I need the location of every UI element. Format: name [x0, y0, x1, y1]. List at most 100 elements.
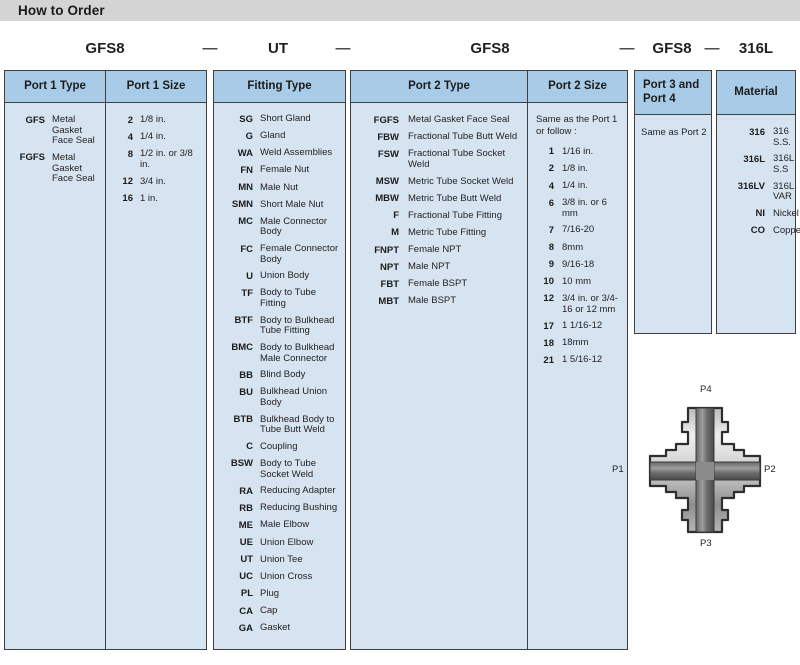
port2-type-item: MBT Male BSPT [363, 296, 522, 307]
port2-type-code: MBT [378, 295, 399, 307]
fitting-type-item: WA Weld Assemblies [219, 148, 341, 159]
port3-and-4-note: Same as Port 2 [641, 127, 707, 138]
material-code: 316L [743, 153, 765, 165]
material-item: CO Copper [719, 225, 800, 237]
fitting-type-code: SG [239, 113, 253, 125]
port2-size-description: 3/4 in. or 3/4-16 or 12 mm [562, 292, 618, 315]
fitting-type-description: Short Male Nut [260, 198, 324, 210]
order-code-segment-port2: GFS8 [470, 40, 510, 57]
port2-size-description: 7/16-20 [562, 224, 595, 236]
fitting-type-description: Reducing Bushing [260, 502, 338, 514]
fitting-type-item: BTB Bulkhead Body to Tube Butt Weld [219, 414, 341, 436]
port2-size-item: 10 10 mm [536, 275, 623, 288]
table-fitting-body-row: SG Short Gland G Gland WA Weld Assemblies FN Fe… [214, 103, 345, 649]
port1-size-item: 12 3/4 in. [113, 175, 202, 188]
fitting-type-description: Female Nut [260, 164, 310, 176]
port1-size-description: 3/4 in. [140, 175, 166, 187]
port2-type-description: Female NPT [408, 244, 462, 255]
table-material: Material 316 316 S.S. 316L 316L S.S 316LV 316… [716, 70, 800, 334]
table-port2: Port 2 Type Port 2 Size FGFS Metal Gasket… [350, 70, 628, 650]
fitting-type-description: Weld Assemblies [260, 147, 333, 159]
material-code: NI [755, 208, 766, 220]
fitting-type-description: Short Gland [260, 113, 311, 124]
port1-size-code: 16 [122, 193, 133, 205]
order-code-segment-material: 316L [738, 40, 774, 57]
header-port3-and-4: Port 3 and Port 4 [635, 71, 711, 114]
diagram-label-p1: P1 [612, 464, 624, 475]
fitting-type-code: BMC [231, 342, 253, 354]
port2-size-description: 1/8 in. [562, 162, 588, 174]
port1-type-item: GFS Metal Gasket Face Seal [11, 114, 101, 147]
title-bar: How to Order [0, 0, 800, 21]
port2-size-code: 9 [548, 259, 554, 271]
port2-size-item: 7 7/16-20 [536, 225, 623, 236]
port1-size-item: 16 1 in. [113, 193, 202, 205]
fitting-type-item: RA Reducing Adapter [219, 485, 341, 497]
column-fitting-type: SG Short Gland G Gland WA Weld Assemblies FN Fe… [214, 103, 345, 649]
port2-type-code: MBW [375, 193, 399, 205]
port1-size-item: 2 1/8 in. [113, 114, 202, 126]
union-cross-fitting-diagram: P4 P1 P2 P3 [612, 384, 796, 549]
fitting-type-description: Gasket [260, 622, 291, 634]
fitting-type-item: SMN Short Male Nut [219, 198, 341, 211]
table-fitting-type: Fitting Type SG Short Gland G Gland WA Weld A… [213, 70, 346, 650]
port2-type-description: Metric Tube Socket Weld [408, 175, 514, 187]
port2-size-item: 17 1 1/16-12 [536, 320, 623, 332]
fitting-type-item: GA Gasket [219, 622, 341, 634]
material-description: 316L VAR [773, 180, 794, 203]
fitting-type-item: UE Union Elbow [219, 537, 341, 549]
port1-size-item: 8 1/2 in. or 3/8 in. [113, 148, 202, 170]
port2-type-description: Metric Tube Butt Weld [408, 192, 502, 204]
material-description: Nickel [773, 207, 799, 219]
port2-type-description: Male BSPT [408, 295, 457, 307]
port2-size-code: 2 [548, 163, 554, 175]
material-code: 316LV [737, 181, 765, 192]
fitting-type-code: WA [237, 147, 253, 159]
port2-type-description: Fractional Tube Fitting [408, 209, 502, 221]
fitting-type-description: Male Elbow [260, 519, 310, 531]
fitting-type-item: MN Male Nut [219, 182, 341, 194]
port1-size-code: 8 [127, 148, 133, 160]
material-item: 316 316 S.S. [719, 126, 791, 148]
port2-size-description: 3/8 in. or 6 mm [562, 197, 607, 219]
table-port1-header-row: Port 1 Type Port 1 Size [5, 71, 206, 103]
port2-size-description: 10 mm [562, 275, 592, 287]
port2-size-item: 9 9/16-18 [536, 259, 623, 271]
fitting-type-code: ME [238, 519, 253, 531]
column-port2-size: Same as the Port 1 or follow : 1 1/16 in.… [527, 103, 627, 649]
port2-size-code: 12 [543, 293, 554, 305]
table-material-header-row: Material [717, 71, 795, 115]
fitting-type-description: Bulkhead Union Body [260, 386, 328, 408]
port2-type-item: FBT Female BSPT [363, 279, 522, 290]
fitting-type-code: FC [240, 243, 253, 255]
port2-size-code: 8 [548, 242, 554, 253]
diagram-label-p2: P2 [764, 464, 776, 475]
port1-size-description: 1/2 in. or 3/8 in. [140, 148, 193, 170]
column-port2-type: FGFS Metal Gasket Face Seal FBW Fractional … [351, 103, 527, 649]
table-port2-header-row: Port 2 Type Port 2 Size [351, 71, 627, 103]
fitting-type-item: BMC Body to Bulkhead Male Connector [219, 342, 341, 364]
port1-size-code: 12 [122, 176, 133, 187]
port2-size-item: 4 1/4 in. [536, 180, 623, 192]
order-code-segment-port1: GFS8 [85, 40, 125, 57]
fitting-type-description: Cap [260, 605, 278, 616]
fitting-type-description: Body to Bulkhead Tube Fitting [260, 314, 335, 337]
port2-size-item: 21 1 5/16-12 [536, 355, 623, 366]
fitting-type-code: MC [238, 216, 253, 228]
fitting-type-code: G [245, 130, 253, 142]
port2-size-item: 6 3/8 in. or 6 mm [536, 197, 623, 219]
port2-type-item: FSW Fractional Tube Socket Weld [363, 148, 522, 170]
material-item: NI Nickel [719, 208, 799, 220]
port2-type-item: NPT Male NPT [363, 261, 522, 273]
port2-type-code: FGFS [373, 114, 399, 126]
port2-type-item: MBW Metric Tube Butt Weld [363, 192, 522, 205]
column-port1-type: GFS Metal Gasket Face Seal FGFS Metal Gaske… [5, 103, 105, 649]
column-material: 316 316 S.S. 316L 316L S.S 316LV 316L VAR NI Ni… [717, 115, 800, 333]
fitting-type-description: Plug [260, 587, 280, 599]
fitting-type-code: UT [240, 554, 253, 566]
port2-type-code: NPT [380, 261, 399, 273]
port2-type-item: MSW Metric Tube Socket Weld [363, 175, 522, 188]
fitting-type-description: Body to Tube Socket Weld [260, 457, 316, 480]
fitting-type-item: FC Female Connector Body [219, 243, 341, 265]
fitting-type-description: Reducing Adapter [260, 485, 336, 497]
